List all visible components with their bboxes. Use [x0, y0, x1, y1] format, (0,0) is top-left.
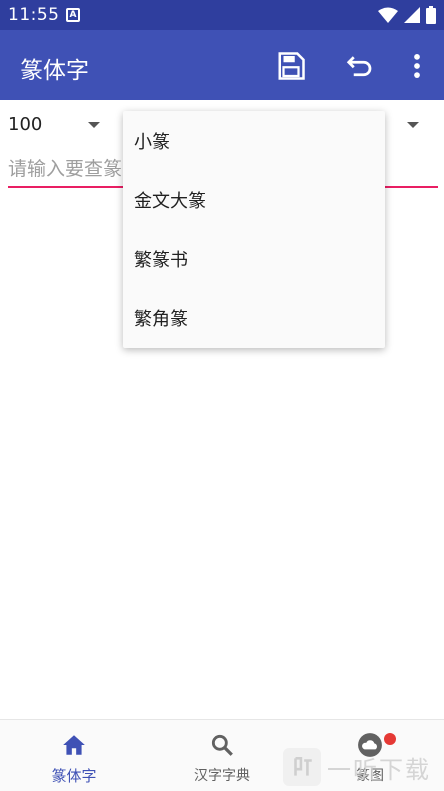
menu-item-jinwen-dazhuan[interactable]: 金文大篆 [123, 170, 385, 229]
chevron-down-icon [407, 122, 419, 128]
save-button[interactable] [274, 49, 308, 83]
tab-label: 篆体字 [51, 767, 97, 785]
menu-item-xiaozhuan[interactable]: 小篆 [123, 111, 385, 170]
watermark: 一听下载 [283, 745, 441, 789]
notification-badge [384, 733, 396, 745]
watermark-logo-icon [283, 748, 321, 786]
menu-item-fan-zhuanshu[interactable]: 繁篆书 [123, 229, 385, 288]
app-bar: 篆体字 [0, 30, 444, 100]
app-title: 篆体字 [20, 58, 89, 84]
more-vert-icon [414, 54, 420, 78]
accessibility-indicator-icon: A [66, 8, 80, 22]
font-size-value: 100 [8, 114, 43, 135]
chevron-down-icon [88, 122, 100, 128]
home-icon [63, 735, 85, 755]
save-icon [278, 52, 305, 80]
undo-icon [346, 56, 372, 77]
battery-icon [426, 6, 436, 24]
status-time: 11:55 [8, 5, 60, 25]
search-icon [211, 734, 233, 756]
tab-label: 汉字字典 [194, 768, 250, 784]
watermark-text: 一听下载 [327, 755, 431, 784]
tab-zhuantizi[interactable]: 篆体字 [0, 720, 148, 791]
menu-item-fan-jiaozhuan[interactable]: 繁角篆 [123, 288, 385, 347]
tab-hanzi-dictionary[interactable]: 汉字字典 [148, 720, 296, 791]
font-style-dropdown-menu: 小篆 金文大篆 繁篆书 繁角篆 [123, 111, 385, 348]
more-options-button[interactable] [400, 49, 434, 83]
wifi-icon [378, 7, 398, 23]
system-icons [378, 6, 436, 24]
undo-button[interactable] [343, 49, 377, 83]
status-bar: 11:55 A [0, 0, 444, 30]
signal-icon [404, 7, 420, 23]
